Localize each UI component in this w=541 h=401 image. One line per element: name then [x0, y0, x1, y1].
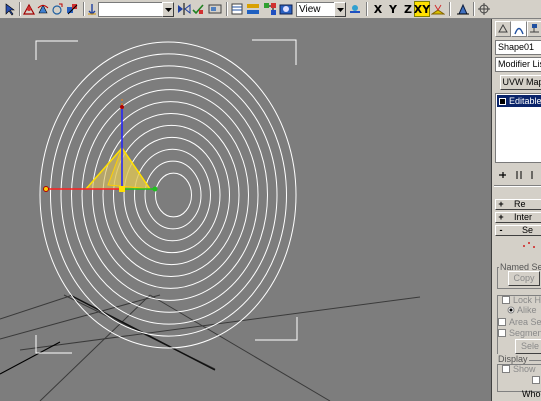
layer-manager-icon[interactable] [230, 1, 244, 17]
rollout-interpolation[interactable]: + Inter [495, 212, 541, 223]
main-toolbar: View X Y Z XY [0, 0, 541, 19]
lock-handles-checkbox[interactable] [502, 296, 510, 304]
alike-label: Alike [517, 305, 537, 315]
gizmo-center [119, 186, 125, 192]
make-unique-icon[interactable] [529, 170, 535, 182]
z-axis-handle [120, 105, 124, 109]
chevron-down-icon[interactable] [334, 2, 346, 17]
expand-box-icon[interactable] [499, 98, 506, 106]
hierarchy-tab-icon[interactable] [527, 21, 541, 37]
uvw-map-button[interactable]: UVW Map [500, 75, 541, 90]
select-by-button[interactable]: Sele [515, 339, 541, 354]
material-editor-icon[interactable] [278, 1, 294, 17]
area-selection-label: Area Sele [509, 317, 541, 327]
selection-set-dropdown[interactable] [98, 2, 162, 17]
circle-ring [50, 53, 287, 337]
vertex-subobject-icon[interactable] [522, 241, 536, 253]
selection-filter-icon[interactable] [64, 1, 80, 17]
toolbar-separator [19, 2, 21, 16]
mirror-icon[interactable] [177, 1, 191, 17]
select-object-icon[interactable] [2, 1, 18, 17]
stack-item-editable-spline[interactable]: Editable S [497, 95, 541, 107]
restrict-y-button[interactable]: Y [386, 1, 400, 17]
circle-ring [81, 89, 259, 301]
circle-ring [113, 124, 230, 266]
modify-tab-icon[interactable] [511, 21, 527, 37]
circle-ring [71, 77, 268, 313]
y-axis-handle [152, 186, 158, 192]
show-vertex-numbers-label: Show [513, 364, 536, 374]
curve-editor-icon[interactable] [246, 1, 260, 17]
show-end-result-icon[interactable] [514, 170, 524, 182]
snap-arrow-icon[interactable] [86, 1, 98, 17]
lock-handles-label: Lock H [513, 295, 541, 305]
toolbar-separator [226, 2, 228, 16]
toolbar-separator [449, 2, 451, 16]
align-icon[interactable] [191, 1, 205, 17]
rollout-selection[interactable]: - Se [495, 225, 541, 236]
restrict-x-button[interactable]: X [371, 1, 385, 17]
reference-coordinate-dropdown[interactable]: View [296, 2, 334, 17]
snap-toggle-icon[interactable] [476, 1, 492, 17]
select-and-scale-icon[interactable] [50, 1, 64, 17]
select-and-rotate-icon[interactable] [36, 1, 50, 17]
object-name-field[interactable]: Shape01 [495, 40, 541, 55]
modifier-stack[interactable]: Editable S [495, 93, 541, 163]
named-selection-icon[interactable] [207, 1, 223, 17]
segment-end-checkbox[interactable] [498, 329, 506, 337]
restrict-xy-button[interactable]: XY [414, 1, 430, 17]
circle-ring [144, 160, 202, 230]
segment-end-label: Segment [509, 328, 541, 338]
copy-button[interactable]: Copy [508, 271, 540, 286]
grid-axis-line [0, 341, 61, 375]
circle-ring [155, 172, 192, 218]
toolbar-separator [366, 2, 368, 16]
panel-divider [494, 185, 541, 187]
circle-ring [123, 136, 221, 254]
toolbar-separator [83, 2, 85, 16]
pin-stack-icon[interactable] [498, 170, 508, 182]
area-selection-checkbox[interactable] [498, 318, 506, 326]
quick-render-icon[interactable] [455, 1, 471, 17]
display-label: Display [497, 354, 529, 364]
schematic-view-icon[interactable] [262, 1, 278, 17]
viewport-canvas [0, 39, 421, 401]
alike-radio-icon[interactable] [507, 306, 515, 316]
home-grid [0, 294, 421, 401]
circle-ring [102, 113, 240, 277]
perspective-viewport[interactable] [0, 19, 491, 401]
whole-label: Whol [522, 389, 541, 399]
rollout-rendering[interactable]: + Re [495, 199, 541, 210]
circle-ring [134, 148, 211, 242]
show-vertex-numbers-checkbox[interactable] [502, 365, 510, 373]
plane-constraint-icon[interactable] [431, 1, 445, 17]
modifier-list-dropdown[interactable]: Modifier List [495, 57, 541, 72]
toolbar-separator [473, 2, 475, 16]
pivot-center-icon[interactable] [347, 1, 363, 17]
command-panel: Shape01 Modifier List UVW Map Editable S… [491, 19, 541, 401]
create-tab-icon[interactable] [495, 21, 511, 37]
circle-ring [60, 65, 278, 325]
x-axis-handle [43, 186, 49, 192]
selected-only-checkbox[interactable] [532, 376, 540, 384]
select-and-move-icon[interactable] [22, 1, 36, 17]
circle-ring [92, 101, 249, 289]
chevron-down-icon[interactable] [162, 2, 174, 17]
